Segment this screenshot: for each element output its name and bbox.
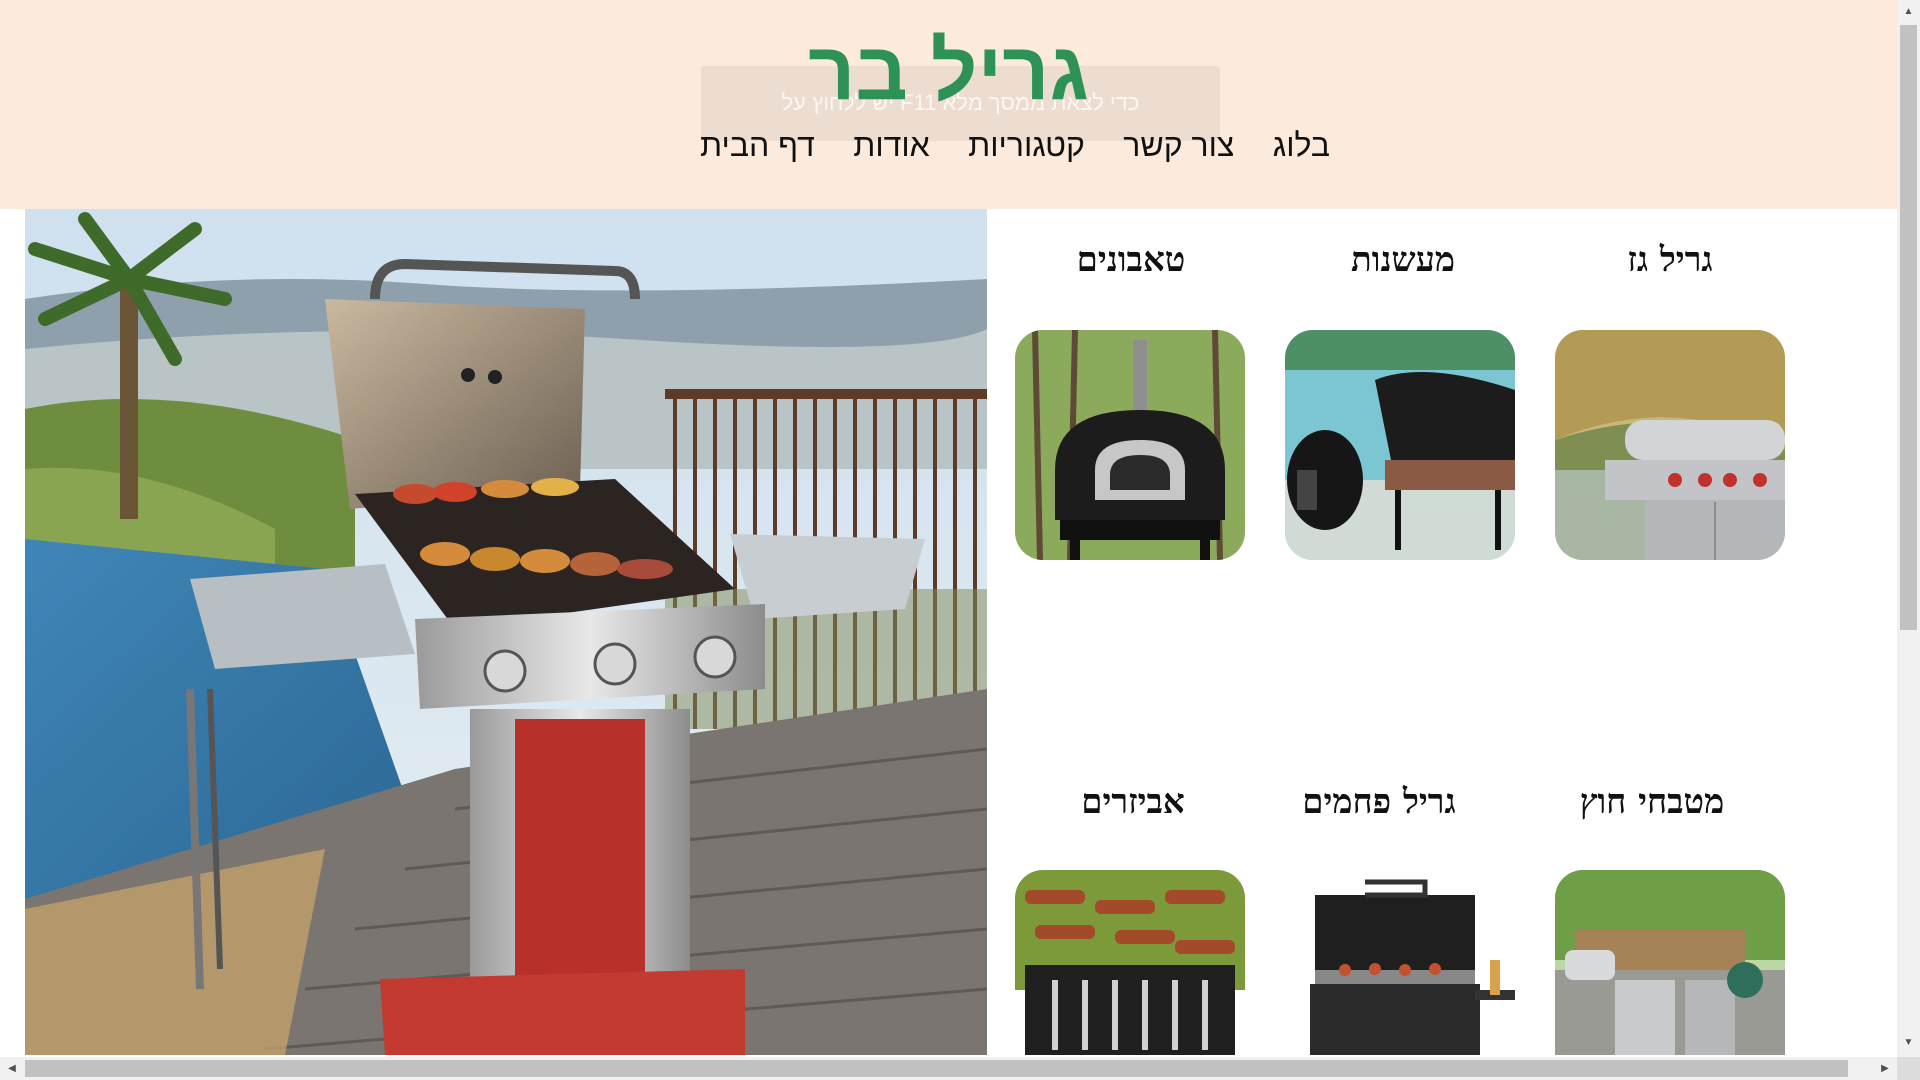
outdoor-kitchen-image[interactable] (1555, 870, 1785, 1055)
main-nav: דף הבית אודות קטגוריות צור קשר בלוג (700, 120, 1330, 170)
category-title-outdoor-kitchens[interactable]: מטבחי חוץ (1522, 782, 1782, 822)
charcoal-grill-image[interactable] (1285, 870, 1515, 1055)
horizontal-scroll-thumb[interactable] (25, 1060, 1848, 1077)
category-title-accessories[interactable]: אביזרים (1003, 782, 1263, 822)
scroll-down-arrow-icon[interactable]: ▼ (1897, 1033, 1920, 1053)
category-title-charcoal-grill[interactable]: גריל פחמים (1249, 782, 1509, 822)
site-header: יש ללחוץ על F11 כדי לצאת ממסך מלא גריל ב… (0, 0, 1897, 209)
category-title-smokers[interactable]: מעשנות (1273, 240, 1533, 280)
nav-about[interactable]: אודות (853, 120, 930, 170)
nav-blog[interactable]: בלוג (1273, 120, 1330, 170)
scroll-left-arrow-icon[interactable]: ◀ (2, 1057, 22, 1080)
category-title-pizza-ovens[interactable]: טאבונים (1001, 240, 1261, 280)
vertical-scrollbar[interactable]: ▲ ▼ (1897, 0, 1920, 1080)
pizza-oven-image[interactable] (1015, 330, 1245, 560)
horizontal-scrollbar[interactable]: ◀ ▶ (0, 1057, 1897, 1080)
scrollbar-corner (1897, 1057, 1920, 1080)
nav-contact[interactable]: צור קשר (1123, 120, 1234, 170)
site-title[interactable]: גריל בר (0, 22, 1897, 122)
accessories-image[interactable] (1015, 870, 1245, 1055)
nav-home[interactable]: דף הבית (700, 120, 815, 170)
hero-grill-image (25, 209, 987, 1055)
nav-categories[interactable]: קטגוריות (968, 120, 1085, 170)
vertical-scroll-thumb[interactable] (1900, 25, 1917, 630)
scroll-right-arrow-icon[interactable]: ▶ (1875, 1057, 1895, 1080)
category-title-gas-grill[interactable]: גריל גז (1540, 240, 1800, 280)
gas-grill-image[interactable] (1555, 330, 1785, 560)
scroll-up-arrow-icon[interactable]: ▲ (1897, 2, 1920, 22)
smoker-image[interactable] (1285, 330, 1515, 560)
